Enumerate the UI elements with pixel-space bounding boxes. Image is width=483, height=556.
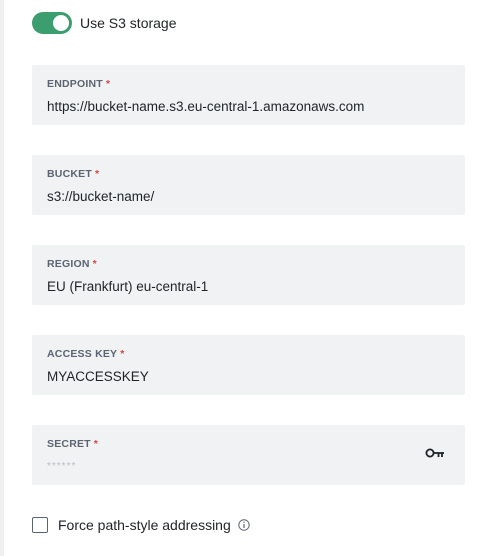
required-mark: * — [92, 258, 97, 270]
panel-left-border — [0, 0, 4, 556]
key-icon[interactable] — [425, 446, 445, 462]
endpoint-label: ENDPOINT * — [47, 78, 111, 90]
access-key-input[interactable] — [47, 369, 450, 385]
use-s3-toggle-row: Use S3 storage — [32, 11, 177, 35]
bucket-field[interactable]: BUCKET * — [32, 155, 465, 215]
use-s3-toggle-switch[interactable] — [32, 12, 72, 34]
required-mark: * — [120, 348, 125, 360]
use-s3-toggle-label: Use S3 storage — [80, 15, 177, 31]
force-path-style-checkbox[interactable] — [32, 517, 48, 533]
force-path-style-row: Force path-style addressing — [32, 514, 250, 536]
info-icon[interactable] — [238, 519, 250, 531]
secret-masked-value[interactable]: ****** — [47, 459, 450, 475]
access-key-label: ACCESS KEY * — [47, 348, 125, 360]
endpoint-field[interactable]: ENDPOINT * — [32, 65, 465, 125]
secret-field[interactable]: SECRET * ****** — [32, 425, 465, 485]
bucket-label: BUCKET * — [47, 168, 100, 180]
region-field[interactable]: REGION * — [32, 245, 465, 305]
region-label: REGION * — [47, 258, 97, 270]
required-mark: * — [94, 168, 100, 180]
secret-label: SECRET * — [47, 438, 99, 450]
region-input[interactable] — [47, 279, 450, 295]
force-path-style-label[interactable]: Force path-style addressing — [58, 517, 231, 533]
toggle-knob — [53, 15, 69, 31]
access-key-field[interactable]: ACCESS KEY * — [32, 335, 465, 395]
bucket-input[interactable] — [47, 189, 450, 205]
required-mark: * — [105, 78, 111, 90]
required-mark: * — [93, 438, 99, 450]
endpoint-input[interactable] — [47, 99, 450, 115]
